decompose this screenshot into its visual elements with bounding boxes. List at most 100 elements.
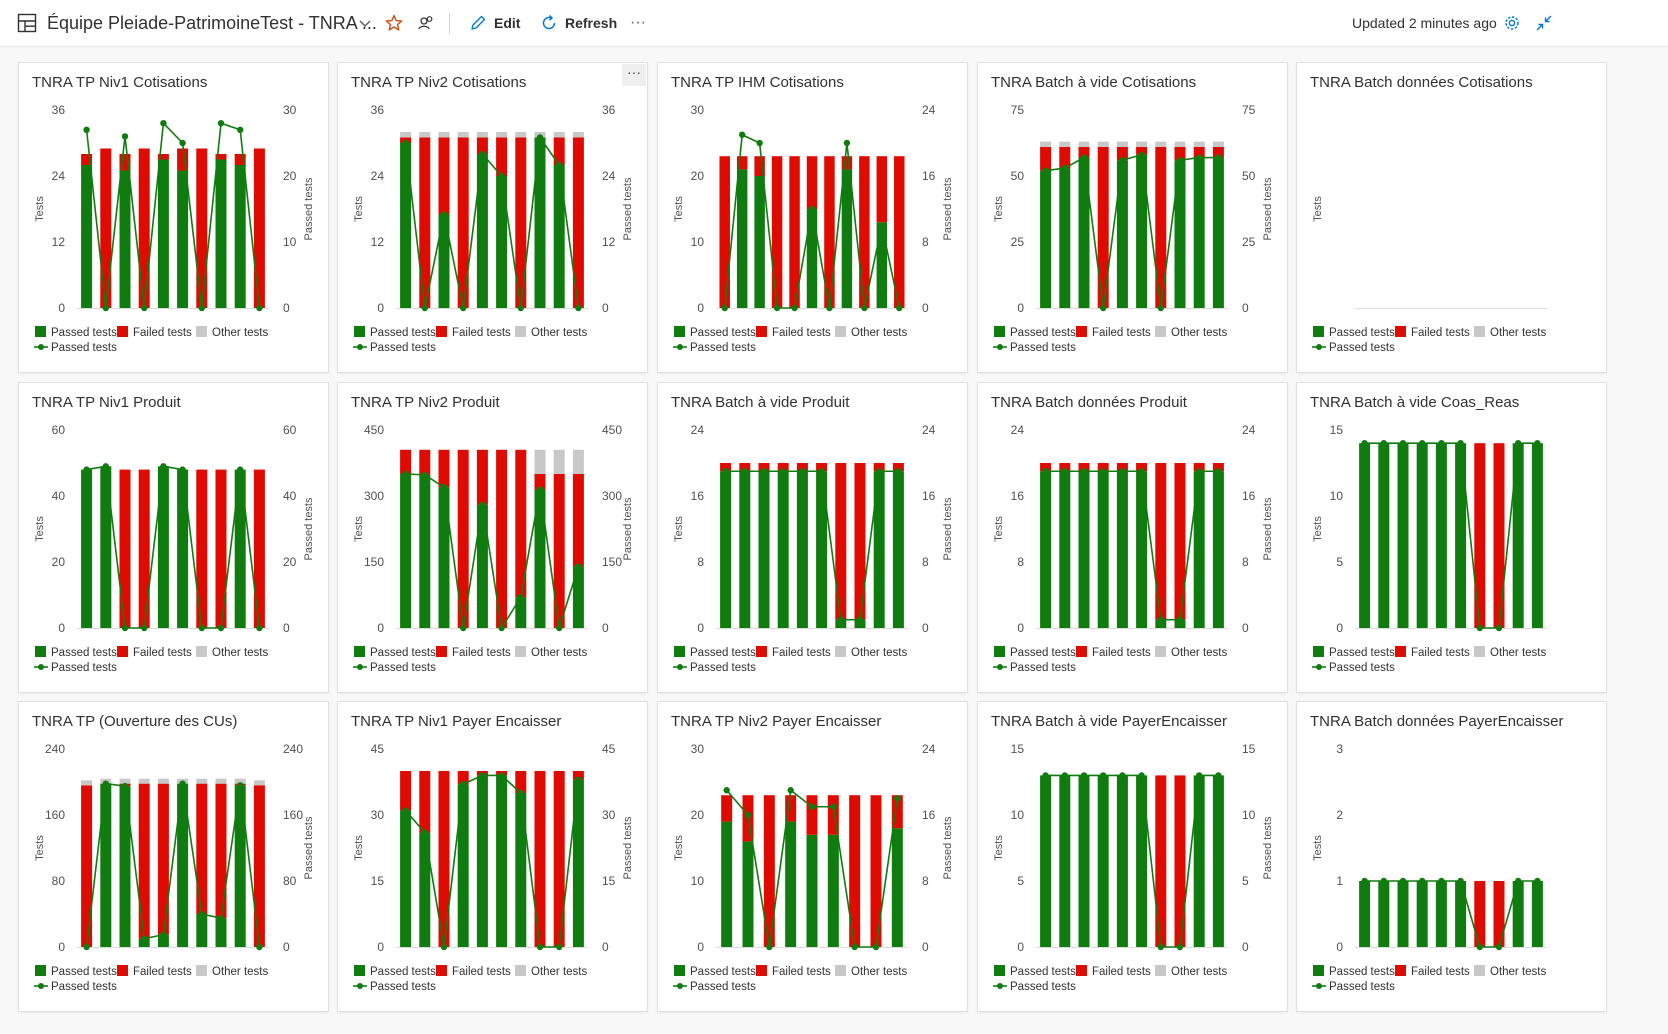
passed-tests-point[interactable] bbox=[1119, 156, 1126, 164]
passed-bar[interactable] bbox=[1416, 443, 1428, 628]
failed-bar[interactable] bbox=[1155, 775, 1167, 947]
passed-tests-point[interactable] bbox=[1495, 624, 1503, 632]
chart-widget[interactable]: TNRA Batch données Cotisations Tests Passe… bbox=[1297, 63, 1606, 372]
passed-tests-point[interactable] bbox=[121, 624, 129, 632]
failed-bar[interactable] bbox=[876, 156, 888, 223]
passed-bar[interactable] bbox=[736, 169, 748, 308]
passed-bar[interactable] bbox=[841, 169, 853, 308]
passed-tests-point[interactable] bbox=[1438, 440, 1445, 447]
passed-tests-point[interactable] bbox=[160, 120, 167, 127]
passed-tests-point[interactable] bbox=[1061, 468, 1068, 475]
passed-bar[interactable] bbox=[157, 159, 169, 309]
failed-bar[interactable] bbox=[859, 156, 870, 308]
passed-bar[interactable] bbox=[1455, 443, 1467, 628]
passed-tests-point[interactable] bbox=[479, 501, 486, 508]
other-bar[interactable] bbox=[1174, 141, 1186, 147]
passed-tests-point[interactable] bbox=[1399, 440, 1407, 447]
failed-bar[interactable] bbox=[253, 148, 265, 309]
passed-tests-point[interactable] bbox=[517, 304, 524, 312]
chart-widget[interactable]: TNRA TP Niv2 Cotisations ··· Tests Passed t… bbox=[338, 63, 647, 372]
passed-tests-point[interactable] bbox=[1399, 877, 1407, 885]
passed-tests-point[interactable] bbox=[460, 781, 467, 788]
passed-tests-point[interactable] bbox=[1515, 877, 1522, 885]
passed-bar[interactable] bbox=[796, 471, 808, 628]
failed-bar[interactable] bbox=[1493, 443, 1505, 628]
passed-tests-point[interactable] bbox=[479, 772, 486, 779]
failed-bar[interactable] bbox=[400, 449, 412, 474]
passed-tests-point[interactable] bbox=[1042, 167, 1049, 174]
passed-tests-point[interactable] bbox=[1157, 943, 1164, 951]
passed-tests-point[interactable] bbox=[896, 304, 903, 312]
failed-bar[interactable] bbox=[438, 137, 450, 215]
passed-tests-point[interactable] bbox=[791, 304, 798, 312]
chart-widget[interactable]: TNRA Batch à vide Coas_Reas Tests 0 5 10 15 Pa… bbox=[1297, 383, 1606, 692]
passed-tests-point[interactable] bbox=[536, 943, 544, 951]
passed-bar[interactable] bbox=[1040, 170, 1052, 308]
passed-bar[interactable] bbox=[1116, 775, 1128, 947]
passed-bar[interactable] bbox=[1097, 471, 1109, 628]
passed-tests-point[interactable] bbox=[556, 943, 563, 951]
passed-tests-point[interactable] bbox=[1215, 468, 1222, 475]
failed-bar[interactable] bbox=[157, 783, 169, 935]
exit-fullscreen-icon[interactable] bbox=[1535, 0, 1553, 46]
failed-bar[interactable] bbox=[496, 137, 508, 177]
passed-tests-point[interactable] bbox=[808, 205, 816, 213]
passed-tests-point[interactable] bbox=[217, 120, 225, 127]
settings-gear-icon[interactable] bbox=[1503, 0, 1521, 46]
passed-tests-point[interactable] bbox=[102, 463, 110, 470]
passed-tests-point[interactable] bbox=[1196, 468, 1203, 475]
passed-bar[interactable] bbox=[1455, 881, 1467, 947]
passed-bar[interactable] bbox=[419, 832, 431, 947]
other-bar[interactable] bbox=[1155, 141, 1167, 147]
passed-bar[interactable] bbox=[177, 469, 189, 628]
passed-bar[interactable] bbox=[553, 165, 565, 308]
passed-tests-point[interactable] bbox=[102, 304, 110, 312]
passed-bar[interactable] bbox=[1136, 775, 1148, 947]
failed-bar[interactable] bbox=[854, 463, 866, 620]
passed-tests-point[interactable] bbox=[217, 624, 225, 632]
passed-tests-point[interactable] bbox=[1138, 468, 1145, 475]
passed-tests-point[interactable] bbox=[498, 772, 505, 779]
passed-tests-point[interactable] bbox=[517, 789, 524, 797]
passed-bar[interactable] bbox=[496, 775, 508, 947]
failed-bar[interactable] bbox=[1474, 881, 1486, 947]
passed-bar[interactable] bbox=[720, 471, 732, 628]
passed-tests-point[interactable] bbox=[421, 829, 428, 836]
failed-bar[interactable] bbox=[719, 156, 730, 308]
other-bar[interactable] bbox=[215, 778, 227, 784]
passed-tests-point[interactable] bbox=[894, 795, 901, 802]
passed-tests-point[interactable] bbox=[121, 133, 129, 140]
passed-bar[interactable] bbox=[1059, 168, 1071, 308]
failed-bar[interactable] bbox=[806, 795, 818, 835]
passed-tests-point[interactable] bbox=[479, 150, 486, 158]
passed-bar[interactable] bbox=[215, 918, 227, 947]
passed-tests-point[interactable] bbox=[1419, 877, 1426, 885]
passed-tests-point[interactable] bbox=[760, 468, 768, 475]
passed-bar[interactable] bbox=[476, 504, 488, 628]
other-bar[interactable] bbox=[515, 132, 527, 138]
failed-bar[interactable] bbox=[721, 795, 733, 822]
passed-tests-point[interactable] bbox=[1380, 877, 1387, 885]
passed-bar[interactable] bbox=[234, 469, 246, 628]
chart-widget[interactable]: TNRA TP (Ouverture des CUs) Tests Passed t… bbox=[19, 702, 328, 1011]
failed-bar[interactable] bbox=[1474, 443, 1486, 628]
other-bar[interactable] bbox=[1212, 141, 1224, 147]
passed-tests-point[interactable] bbox=[843, 139, 851, 147]
failed-bar[interactable] bbox=[438, 449, 450, 488]
chart-widget[interactable]: TNRA TP Niv2 Payer Encaisser Tests Passed … bbox=[658, 702, 967, 1011]
other-bar[interactable] bbox=[476, 132, 488, 138]
failed-bar[interactable] bbox=[806, 156, 818, 209]
passed-tests-point[interactable] bbox=[861, 304, 868, 312]
passed-bar[interactable] bbox=[1116, 160, 1128, 308]
passed-bar[interactable] bbox=[1212, 157, 1224, 308]
chart-widget[interactable]: TNRA Batch données PayerEncaisser Tests 0 1… bbox=[1297, 702, 1606, 1011]
passed-tests-point[interactable] bbox=[402, 470, 409, 478]
passed-bar[interactable] bbox=[1097, 775, 1109, 947]
passed-tests-point[interactable] bbox=[1157, 616, 1164, 623]
passed-tests-point[interactable] bbox=[1176, 616, 1184, 623]
passed-bar[interactable] bbox=[400, 143, 412, 308]
passed-tests-point[interactable] bbox=[766, 943, 773, 951]
other-bar[interactable] bbox=[157, 778, 169, 784]
passed-bar[interactable] bbox=[1040, 471, 1052, 628]
passed-tests-point[interactable] bbox=[1080, 772, 1088, 779]
